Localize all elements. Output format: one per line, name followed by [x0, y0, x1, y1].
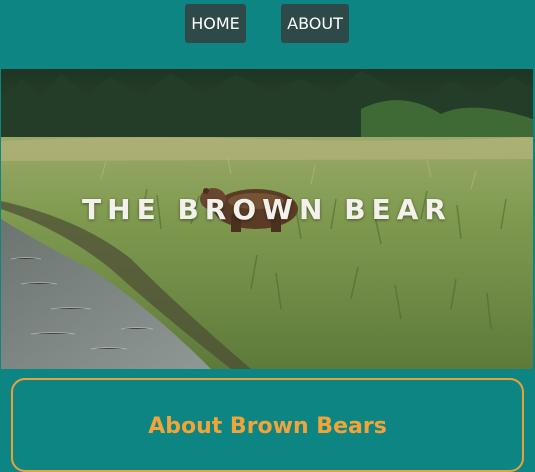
- about-nav-button[interactable]: ABOUT: [281, 4, 349, 43]
- about-section-card: About Brown Bears: [11, 378, 524, 472]
- home-nav-button[interactable]: HOME: [185, 4, 246, 43]
- hero-banner: THE BROWN BEAR: [1, 69, 533, 369]
- top-navigation: HOME ABOUT: [0, 0, 535, 69]
- about-heading: About Brown Bears: [148, 414, 387, 439]
- hero-title: THE BROWN BEAR: [82, 193, 452, 226]
